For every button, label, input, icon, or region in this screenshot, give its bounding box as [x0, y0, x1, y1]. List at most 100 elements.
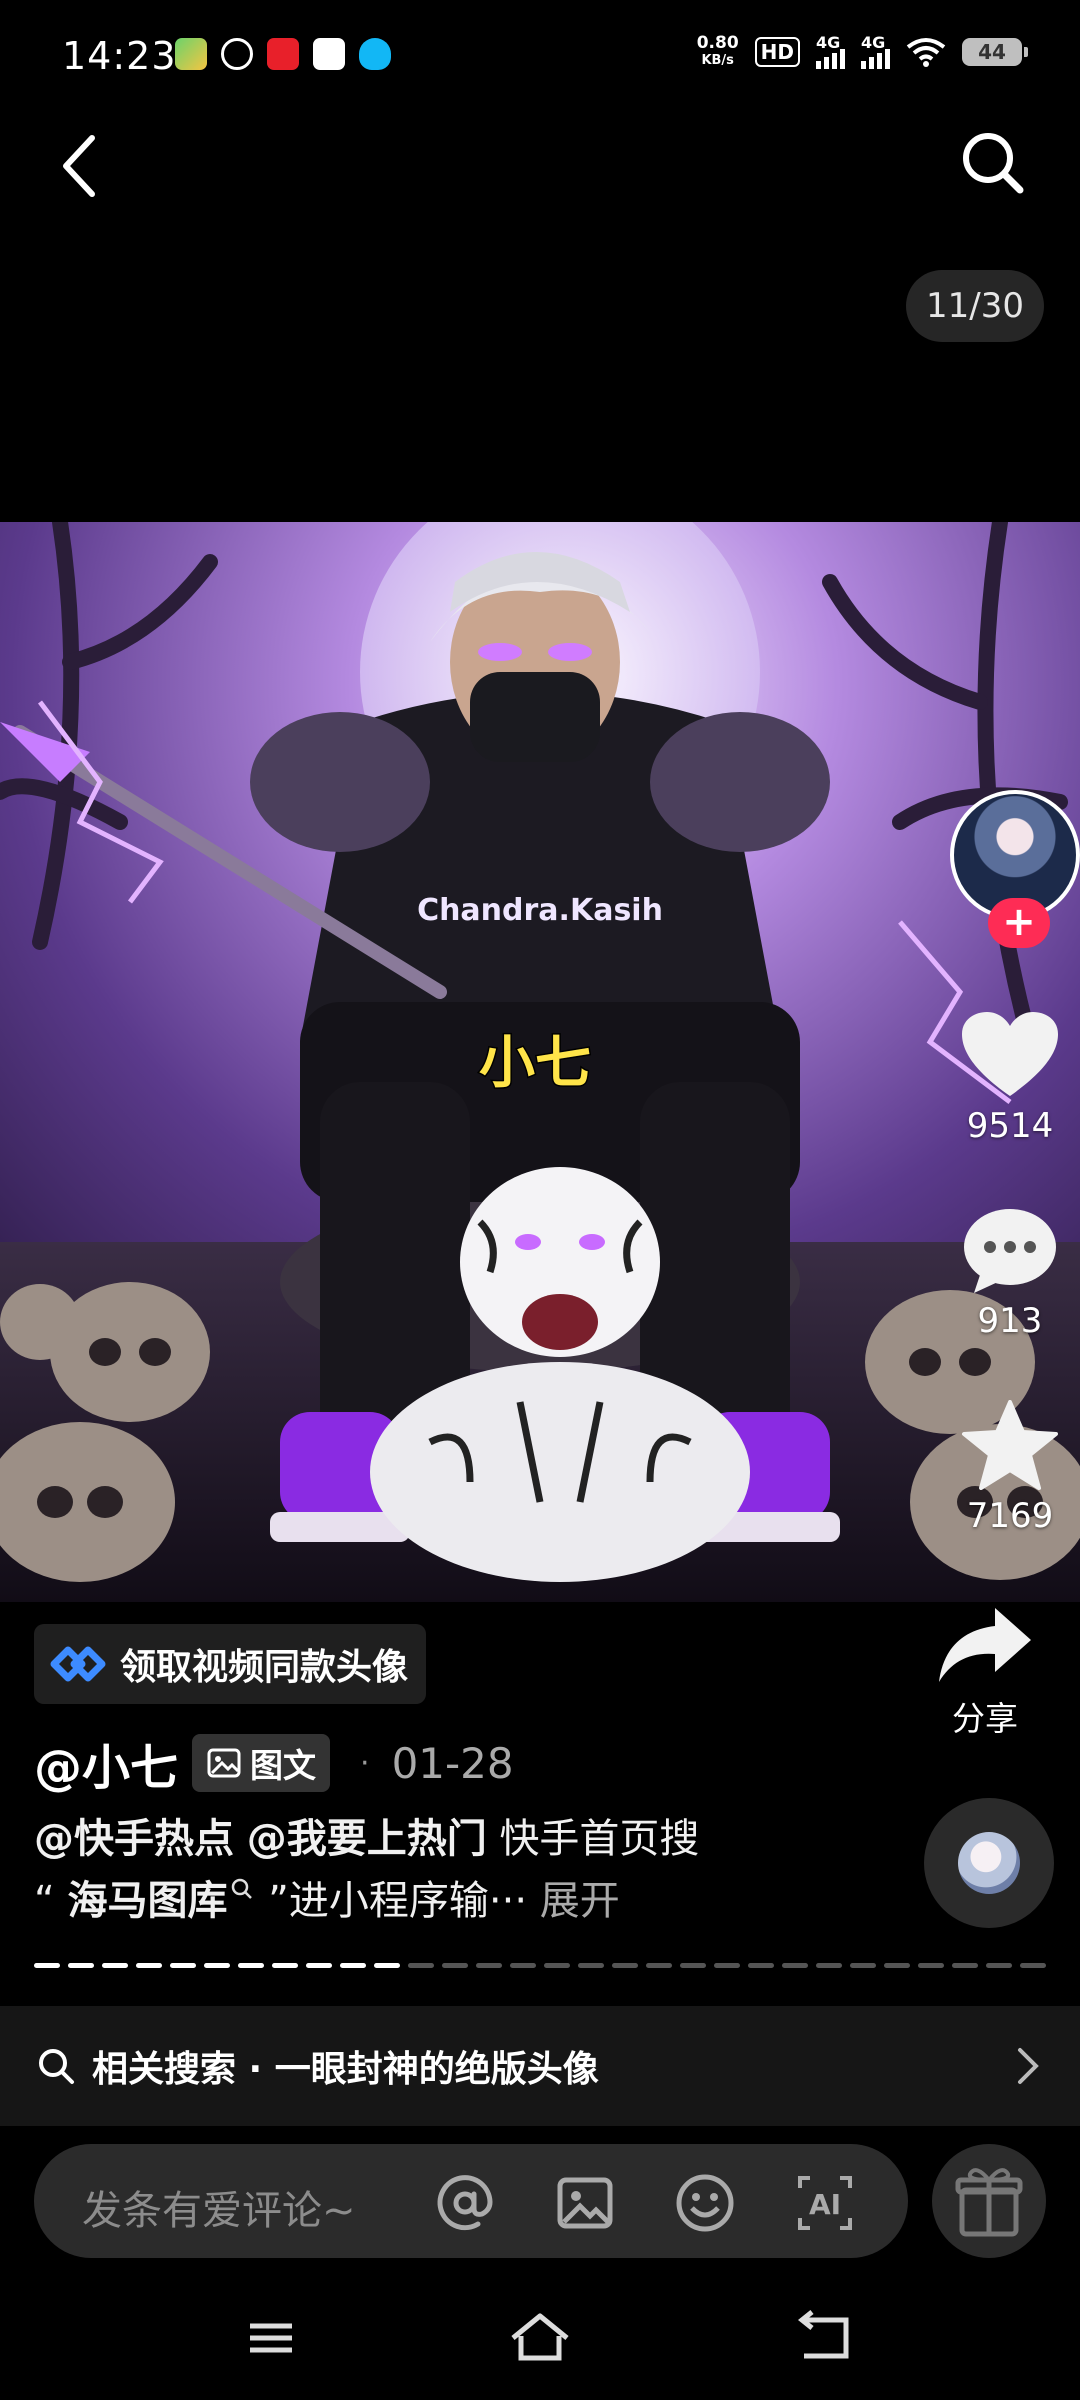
back-arrow-icon	[63, 135, 95, 197]
sim1-label: 4G	[816, 33, 841, 52]
share-arrow-icon	[939, 1608, 1031, 1682]
music-cover	[958, 1832, 1020, 1894]
post-caption[interactable]: @快手热点 @我要上热门 快手首页搜 “ 海马图库 ”进小程序输··· 展开	[34, 1808, 914, 1932]
like-button[interactable]: 9514	[940, 1010, 1080, 1146]
status-time: 14:23	[62, 34, 177, 78]
comment-placeholder: 发条有爱评论~	[82, 2188, 356, 2234]
signal-sim1-icon: 4G	[816, 33, 845, 69]
post-image[interactable]: Chandra.Kasih 小七	[0, 522, 1080, 1602]
post-meta: @小七 图文 · 01-28	[34, 1728, 514, 1798]
comment-count: 913	[977, 1301, 1043, 1341]
mention-icon[interactable]	[434, 2172, 496, 2234]
ai-icon[interactable]: AI	[794, 2172, 856, 2234]
post-date: 01-28	[391, 1738, 514, 1788]
progress-segment	[544, 1963, 570, 1968]
get-same-avatar-button[interactable]: 领取视频同款头像	[34, 1624, 427, 1704]
hd-badge: HD	[754, 37, 800, 67]
video-app-icon	[175, 38, 207, 70]
search-button[interactable]	[958, 128, 1028, 198]
progress-segment	[306, 1963, 332, 1968]
progress-segment	[442, 1963, 468, 1968]
progress-segment	[510, 1963, 536, 1968]
slide-progress	[34, 1963, 1046, 1968]
progress-segment	[408, 1963, 434, 1968]
post-type-badge: 图文	[192, 1734, 331, 1792]
gift-icon	[955, 2168, 1023, 2237]
comment-icon	[964, 1209, 1056, 1293]
share-button[interactable]: 分享	[924, 1604, 1046, 1740]
music-app-icon	[221, 38, 253, 70]
search-icon	[39, 2049, 74, 2084]
post-artwork: Chandra.Kasih 小七	[0, 522, 1080, 1602]
progress-segment	[782, 1963, 808, 1968]
battery-indicator: 44	[962, 38, 1028, 66]
chevron-right-icon	[1018, 2048, 1039, 2084]
image-icon[interactable]	[554, 2172, 616, 2234]
favorite-button[interactable]: 7169	[940, 1400, 1080, 1536]
progress-segment	[340, 1963, 366, 1968]
net-speed-unit: KB/s	[701, 53, 734, 68]
progress-segment	[646, 1963, 672, 1968]
emoji-icon[interactable]	[674, 2172, 736, 2234]
comment-button[interactable]: 913	[940, 1205, 1080, 1341]
mention-1[interactable]: @快手热点	[34, 1816, 234, 1862]
meta-separator: ·	[360, 1745, 370, 1781]
progress-segment	[748, 1963, 774, 1968]
progress-segment	[272, 1963, 298, 1968]
mention-2[interactable]: @我要上热门	[247, 1816, 487, 1862]
red-app-icon	[267, 38, 299, 70]
svg-text:AI: AI	[809, 2188, 841, 2221]
qq-app-icon	[359, 38, 391, 70]
progress-segment	[850, 1963, 876, 1968]
sim2-label: 4G	[861, 33, 886, 52]
like-count: 9514	[966, 1106, 1054, 1146]
post-type-label: 图文	[250, 1746, 317, 1785]
progress-segment	[374, 1963, 400, 1968]
follow-button[interactable]: +	[988, 898, 1050, 948]
link-icon	[50, 1646, 106, 1682]
progress-segment	[918, 1963, 944, 1968]
bus-app-icon	[313, 38, 345, 70]
progress-segment	[238, 1963, 264, 1968]
progress-segment	[680, 1963, 706, 1968]
page-counter: 11/30	[906, 270, 1044, 342]
expand-caption-link[interactable]: 展开	[540, 1878, 620, 1924]
image-icon	[207, 1748, 241, 1778]
caption-quote-open: “	[34, 1878, 55, 1924]
star-icon	[962, 1400, 1058, 1490]
progress-segment	[204, 1963, 230, 1968]
progress-segment	[578, 1963, 604, 1968]
back-button[interactable]	[52, 130, 112, 200]
name-overlay-text: 小七	[479, 1031, 591, 1096]
progress-segment	[952, 1963, 978, 1968]
menu-icon[interactable]	[236, 2308, 306, 2368]
notification-icons	[175, 38, 391, 70]
network-speed: 0.80 KB/s	[697, 34, 739, 70]
favorite-count: 7169	[966, 1496, 1054, 1536]
search-icon	[963, 133, 1024, 194]
author-name[interactable]: @小七	[34, 1728, 178, 1798]
related-search-bar[interactable]: 相关搜索 · 一眼封神的绝版头像	[0, 2006, 1080, 2126]
caption-text-1: 快手首页搜	[499, 1816, 700, 1862]
progress-segment	[1020, 1963, 1046, 1968]
progress-segment	[612, 1963, 638, 1968]
signal-sim2-icon: 4G	[861, 33, 890, 69]
comment-input[interactable]: 发条有爱评论~ AI	[34, 2144, 908, 2258]
progress-segment	[476, 1963, 502, 1968]
status-right: 0.80 KB/s HD 4G 4G 44	[697, 33, 1028, 70]
system-nav-bar	[0, 2280, 1080, 2400]
home-icon[interactable]	[505, 2308, 575, 2368]
shirt-text: Chandra.Kasih	[417, 893, 663, 928]
progress-segment	[884, 1963, 910, 1968]
progress-segment	[714, 1963, 740, 1968]
progress-segment	[816, 1963, 842, 1968]
wifi-icon	[906, 38, 946, 67]
heart-icon	[962, 1012, 1058, 1096]
return-icon[interactable]	[790, 2308, 860, 2368]
related-search-label: 相关搜索 · 一眼封神的绝版头像	[92, 2049, 599, 2090]
keyword-search-icon	[232, 1878, 253, 1899]
caption-keyword[interactable]: 海马图库	[67, 1878, 227, 1924]
promo-label: 领取视频同款头像	[120, 1647, 409, 1688]
music-disc[interactable]	[924, 1798, 1054, 1928]
gift-button[interactable]	[932, 2144, 1046, 2258]
